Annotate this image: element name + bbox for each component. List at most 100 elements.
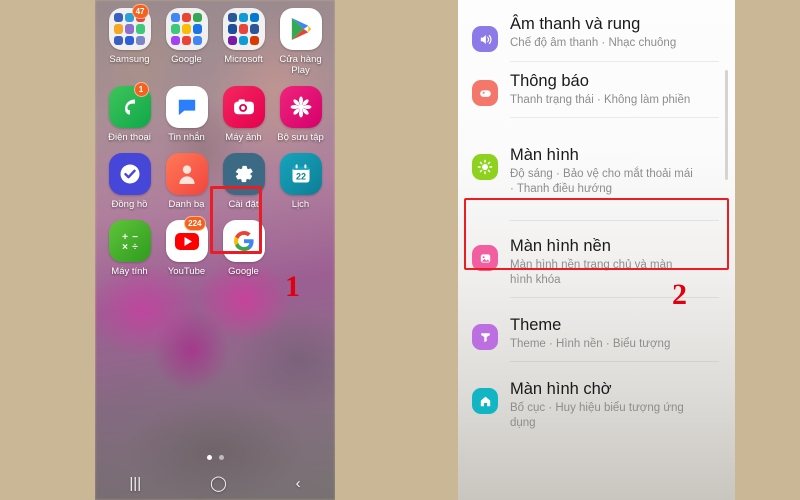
app-clock[interactable]: Đồng hồ (102, 153, 158, 210)
settings-item-title: Theme (510, 316, 562, 334)
google-play-icon[interactable] (279, 8, 322, 50)
settings-item-notifications[interactable]: Thông báo Thanh trạng thái · Không làm p… (458, 62, 735, 117)
list-divider (510, 117, 719, 118)
app-row-3: Đồng hồ Danh bạ Cài đặt 22 Lịch (95, 153, 335, 210)
page-indicator-dots (95, 455, 335, 460)
settings-item-home-screen[interactable]: Màn hình chờ Bố cục · Huy hiệu biểu tượn… (458, 370, 735, 440)
app-row-1: 47 Samsung Google Microsoft Cửa hàng Pla… (95, 4, 335, 76)
settings-list: Âm thanh và rung Chế độ âm thanh · Nhạc … (458, 0, 735, 440)
settings-item-subtitle: Theme · Hình nền · Biểu tượng (510, 338, 671, 350)
youtube-icon[interactable]: 224 (165, 216, 208, 262)
microsoft-folder-icon[interactable] (222, 8, 265, 50)
settings-item-text: Màn hình chờ Bố cục · Huy hiệu biểu tượn… (510, 379, 695, 431)
app-contacts[interactable]: Danh bạ (159, 153, 215, 210)
app-samsung-folder[interactable]: 47 Samsung (102, 4, 158, 76)
recents-button[interactable]: ||| (129, 475, 141, 492)
app-messages[interactable]: Tin nhắn (159, 86, 215, 143)
step-1-annotation: 1 (285, 270, 300, 303)
google-icon[interactable] (222, 220, 265, 262)
app-youtube[interactable]: 224 YouTube (159, 216, 215, 277)
app-label: Microsoft (224, 54, 263, 65)
app-label: Bộ sưu tập (277, 132, 324, 143)
calendar-day: 22 (295, 171, 305, 181)
svg-text:÷: ÷ (132, 242, 138, 253)
app-phone[interactable]: 1 Điện thoại (102, 82, 158, 143)
phone-badge: 1 (133, 82, 149, 97)
clock-icon[interactable] (108, 153, 151, 195)
app-calculator[interactable]: + − × ÷ Máy tính (102, 220, 158, 277)
app-label: Tin nhắn (168, 132, 205, 143)
home-screen-icon (472, 388, 498, 414)
settings-item-subtitle: Bố cục · Huy hiệu biểu tượng ứng dụng (510, 402, 684, 429)
samsung-badge: 47 (131, 4, 149, 19)
settings-item-wallpaper[interactable]: Màn hình nền Màn hình nền trang chủ và m… (458, 227, 735, 297)
messages-icon[interactable] (165, 86, 208, 128)
app-row-4: + − × ÷ Máy tính 224 YouTube Google (95, 216, 335, 277)
app-grid: 47 Samsung Google Microsoft Cửa hàng Pla… (95, 0, 335, 277)
gallery-icon[interactable] (279, 86, 322, 128)
list-divider (510, 361, 719, 362)
app-label: Đồng hồ (111, 199, 148, 210)
app-gallery[interactable]: Bộ sưu tập (273, 86, 329, 143)
settings-gear-icon[interactable] (222, 153, 265, 195)
left-phone-home-screen: 47 Samsung Google Microsoft Cửa hàng Pla… (95, 0, 335, 500)
app-settings[interactable]: Cài đặt (216, 153, 272, 210)
step-2-annotation: 2 (672, 278, 687, 311)
settings-item-title: Thông báo (510, 72, 589, 90)
settings-item-text: Thông báo Thanh trạng thái · Không làm p… (510, 71, 690, 108)
settings-item-sound[interactable]: Âm thanh và rung Chế độ âm thanh · Nhạc … (458, 0, 735, 61)
settings-item-display[interactable]: Màn hình Độ sáng · Bảo vệ cho mắt thoải … (458, 136, 735, 206)
notifications-icon (472, 80, 498, 106)
app-camera[interactable]: Máy ảnh (216, 86, 272, 143)
sound-vibration-icon (472, 26, 498, 52)
app-google-folder[interactable]: Google (159, 8, 215, 76)
camera-icon[interactable] (222, 86, 265, 128)
app-microsoft-folder[interactable]: Microsoft (216, 8, 272, 76)
vertical-scrollbar[interactable] (725, 70, 728, 180)
app-calendar[interactable]: 22 Lịch (273, 153, 329, 210)
back-button[interactable]: ‹ (296, 475, 301, 492)
android-navigation-bar: ||| ◯ ‹ (95, 466, 335, 500)
settings-item-title: Âm thanh và rung (510, 15, 641, 33)
google-folder-icon[interactable] (165, 8, 208, 50)
settings-item-subtitle: Chế độ âm thanh · Nhạc chuông (510, 37, 677, 49)
app-label: Cài đặt (228, 199, 259, 210)
samsung-folder-icon[interactable]: 47 (108, 4, 151, 50)
app-label: Samsung (109, 54, 150, 65)
settings-item-subtitle: Thanh trạng thái · Không làm phiền (510, 94, 691, 106)
calendar-icon[interactable]: 22 (279, 153, 322, 195)
app-label: Máy ảnh (225, 132, 262, 143)
right-phone-settings-screen: Âm thanh và rung Chế độ âm thanh · Nhạc … (458, 0, 735, 500)
settings-item-text: Màn hình Độ sáng · Bảo vệ cho mắt thoải … (510, 145, 695, 197)
settings-item-text: Màn hình nền Màn hình nền trang chủ và m… (510, 236, 695, 288)
page-dot-2[interactable] (218, 455, 224, 460)
list-divider (510, 297, 719, 298)
app-label: Điện thoại (108, 132, 151, 143)
calculator-icon[interactable]: + − × ÷ (108, 220, 151, 262)
app-google[interactable]: Google (216, 220, 272, 277)
settings-item-theme[interactable]: Theme Theme · Hình nền · Biểu tượng (458, 306, 735, 361)
svg-text:×: × (122, 242, 128, 253)
settings-item-subtitle: Màn hình nền trang chủ và màn hình khóa (510, 259, 673, 286)
app-empty-slot (273, 220, 329, 277)
home-button[interactable]: ◯ (210, 474, 227, 492)
display-brightness-icon (472, 154, 498, 180)
settings-item-text: Theme Theme · Hình nền · Biểu tượng (510, 315, 670, 352)
screenshot-canvas: 47 Samsung Google Microsoft Cửa hàng Pla… (0, 0, 800, 500)
theme-brush-icon (472, 324, 498, 350)
settings-item-title: Màn hình chờ (510, 380, 612, 398)
app-label: Google (171, 54, 202, 65)
app-label: Google (228, 266, 259, 277)
wallpaper-image-icon (472, 245, 498, 271)
settings-item-text: Âm thanh và rung Chế độ âm thanh · Nhạc … (510, 14, 676, 51)
app-label: Danh bạ (168, 199, 205, 210)
app-label: YouTube (167, 266, 206, 277)
app-label: Lịch (291, 199, 310, 210)
phone-icon[interactable]: 1 (108, 82, 151, 128)
youtube-badge: 224 (184, 216, 206, 231)
app-label: Cửa hàng Play (279, 54, 322, 76)
page-dot-1[interactable] (206, 455, 212, 460)
contacts-icon[interactable] (165, 153, 208, 195)
app-play-store[interactable]: Cửa hàng Play (273, 8, 329, 76)
settings-item-title: Màn hình nền (510, 237, 611, 255)
